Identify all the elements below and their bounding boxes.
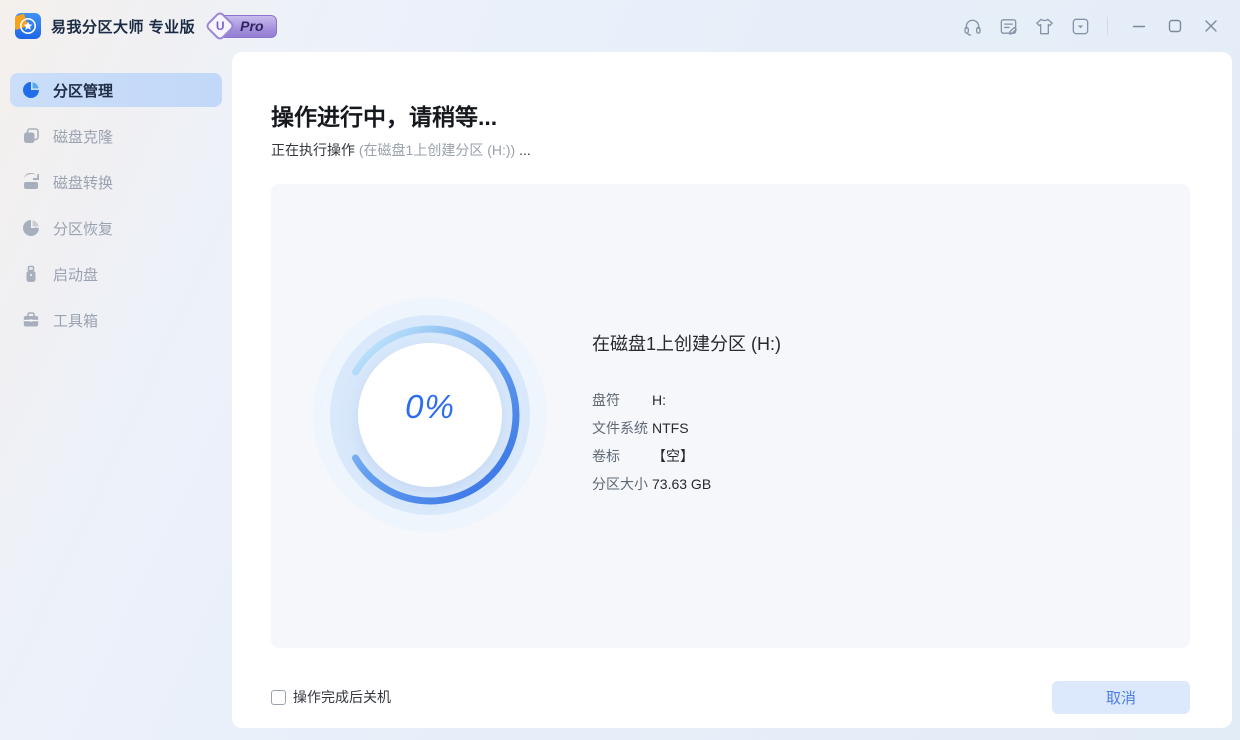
detail-row-file-system: 文件系统 NTFS	[592, 414, 781, 442]
detail-row-partition-size: 分区大小 73.63 GB	[592, 470, 781, 498]
operation-details: 在磁盘1上创建分区 (H:) 盘符 H: 文件系统 NTFS 卷标 【空】 分区…	[592, 332, 781, 498]
toolbox-icon	[22, 311, 40, 329]
footer: 操作完成后关机 取消	[271, 680, 1190, 714]
sidebar-item-label: 磁盘克隆	[53, 126, 113, 147]
shutdown-checkbox[interactable]	[271, 690, 286, 705]
shutdown-label: 操作完成后关机	[293, 687, 391, 707]
pie-partition-icon	[22, 81, 40, 99]
bootable-usb-icon	[22, 265, 40, 283]
disk-clone-icon	[22, 127, 40, 145]
page-title: 操作进行中，请稍等...	[271, 98, 497, 132]
operation-title: 在磁盘1上创建分区 (H:)	[592, 332, 781, 356]
sidebar-item-partition-management[interactable]: 分区管理	[10, 73, 222, 107]
detail-row-volume-label: 卷标 【空】	[592, 442, 781, 470]
progress-percent: 0%	[370, 388, 490, 426]
shutdown-after-completion-option[interactable]: 操作完成后关机	[271, 687, 391, 707]
sidebar-item-disk-convert[interactable]: 磁盘转换	[10, 165, 222, 199]
operation-status-line: 正在执行操作 (在磁盘1上创建分区 (H:)) ...	[271, 140, 531, 160]
titlebar: 易我分区大师 专业版 U Pro	[0, 0, 1240, 52]
sidebar-item-label: 磁盘转换	[53, 172, 113, 193]
status-suffix: ...	[515, 142, 531, 158]
titlebar-divider	[1107, 17, 1108, 35]
close-button[interactable]	[1196, 11, 1226, 41]
sidebar-item-label: 分区恢复	[53, 218, 113, 239]
partition-recovery-icon	[22, 219, 40, 237]
pro-badge: U Pro	[209, 14, 276, 38]
sidebar-item-partition-recovery[interactable]: 分区恢复	[10, 211, 222, 245]
status-operation: (在磁盘1上创建分区 (H:))	[359, 142, 515, 158]
cancel-button[interactable]: 取消	[1052, 681, 1190, 714]
sidebar-item-disk-clone[interactable]: 磁盘克隆	[10, 119, 222, 153]
sidebar-item-label: 启动盘	[53, 264, 98, 285]
detail-row-drive-letter: 盘符 H:	[592, 386, 781, 414]
status-prefix: 正在执行操作	[271, 142, 359, 158]
sidebar-item-bootable-media[interactable]: 启动盘	[10, 257, 222, 291]
sidebar: 分区管理 磁盘克隆 磁盘转换 分区恢复	[0, 52, 232, 740]
app-logo-icon	[15, 13, 41, 39]
main-content: 操作进行中，请稍等... 正在执行操作 (在磁盘1上创建分区 (H:)) ...…	[232, 52, 1232, 728]
progress-panel: 0% 在磁盘1上创建分区 (H:) 盘符 H: 文件系统 NTFS 卷标 【空】…	[271, 184, 1190, 648]
disk-convert-icon	[22, 173, 40, 191]
menu-dropdown-icon[interactable]	[1065, 11, 1095, 41]
sidebar-item-toolbox[interactable]: 工具箱	[10, 303, 222, 337]
theme-shirt-icon[interactable]	[1029, 11, 1059, 41]
sidebar-item-label: 工具箱	[53, 310, 98, 331]
minimize-button[interactable]	[1124, 11, 1154, 41]
app-title: 易我分区大师 专业版	[51, 16, 195, 37]
sidebar-item-label: 分区管理	[53, 80, 113, 101]
maximize-button[interactable]	[1160, 11, 1190, 41]
pro-badge-label: Pro	[240, 18, 263, 34]
feedback-note-icon[interactable]	[993, 11, 1023, 41]
headset-support-icon[interactable]	[957, 11, 987, 41]
